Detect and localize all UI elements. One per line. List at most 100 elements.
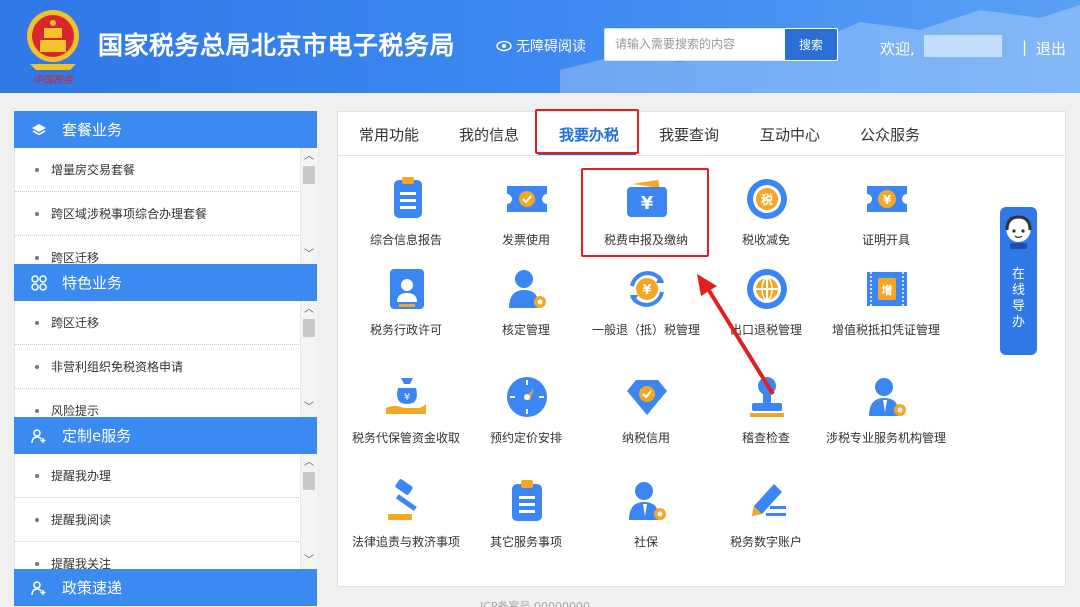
func-assessment[interactable]: 核定管理 — [466, 266, 586, 366]
chevron-down-icon[interactable]: ﹀ — [304, 403, 314, 413]
user-gear-icon — [509, 270, 546, 308]
sidebar-section-custom[interactable]: 定制e服务 — [14, 417, 317, 454]
tax-relief-icon: 税 — [747, 179, 787, 219]
scrollbar[interactable]: ︿ ﹀ — [300, 301, 317, 417]
func-label: 税务行政许可 — [369, 323, 442, 337]
scroll-thumb[interactable] — [303, 472, 315, 490]
sidebar-item[interactable]: 跨区迁移 — [15, 301, 301, 345]
sidebar-section-title: 政策速递 — [62, 579, 123, 597]
sidebar-item[interactable]: 提醒我关注 — [15, 542, 301, 570]
sidebar-item[interactable]: 非营利组织免税资格申请 — [15, 345, 301, 389]
header-separator: | — [1022, 38, 1028, 56]
func-vat-credit[interactable]: 增 增值税抵扣凭证管理 — [826, 266, 946, 366]
tab-query[interactable]: 我要查询 — [659, 124, 719, 145]
chevron-up-icon[interactable]: ︿ — [304, 152, 314, 162]
tax-emblem-logo: 中国税务 — [27, 10, 79, 86]
chevron-up-icon[interactable]: ︿ — [304, 458, 314, 468]
tab-interaction[interactable]: 互动中心 — [760, 124, 820, 145]
sidebar-list-package: 增量房交易套餐 跨区域涉税事项综合办理套餐 跨区迁移 ︿ ﹀ — [14, 148, 317, 264]
red-arrow-annotation — [697, 274, 775, 396]
welcome-text: 欢迎, — [880, 40, 915, 58]
grid-icon — [30, 274, 48, 292]
func-label: 社保 — [633, 535, 658, 549]
sidebar-item[interactable]: 提醒我阅读 — [15, 498, 301, 542]
func-social-security[interactable]: 社保 — [586, 478, 706, 578]
user-plus-icon — [30, 579, 48, 597]
func-agency-management[interactable]: 涉税专业服务机构管理 — [826, 374, 946, 474]
func-custody-funds[interactable]: ¥ 税务代保管资金收取 — [346, 374, 466, 474]
sidebar-item[interactable]: 风险提示 — [15, 389, 301, 417]
sidebar-section-title: 特色业务 — [62, 274, 123, 292]
scroll-thumb[interactable] — [303, 319, 315, 337]
func-label: 核定管理 — [501, 323, 550, 337]
sidebar-item[interactable]: 提醒我办理 — [15, 454, 301, 498]
sidebar-section-title: 套餐业务 — [62, 121, 123, 139]
svg-text:¥: ¥ — [404, 392, 410, 403]
chevron-down-icon[interactable]: ﹀ — [304, 250, 314, 260]
func-label: 税务数字账户 — [729, 535, 802, 549]
footer-text: ICP备案号 00000000 — [480, 600, 591, 607]
func-tax-relief[interactable]: 税 税收减免 — [706, 176, 826, 276]
search-button[interactable]: 搜索 — [784, 28, 838, 61]
func-admin-permit[interactable]: 税务行政许可 — [346, 266, 466, 366]
sidebar-item[interactable]: 增量房交易套餐 — [15, 148, 301, 192]
search-input[interactable]: 请输入需要搜索的内容 — [604, 28, 784, 61]
func-label: 预约定价安排 — [489, 431, 562, 445]
pen-lines-icon — [752, 484, 786, 516]
site-title: 国家税务总局北京市电子税务局 — [98, 31, 456, 60]
sidebar-section-policy[interactable]: 政策速递 — [14, 569, 317, 606]
user-plus-icon — [30, 427, 48, 445]
func-other-services[interactable]: 其它服务事项 — [466, 478, 586, 578]
accessibility-label: 无障碍阅读 — [516, 39, 586, 55]
tab-highlight-box — [535, 109, 639, 154]
money-bag-hand-icon: ¥ — [386, 378, 426, 414]
emblem-caption: 中国税务 — [33, 74, 74, 86]
sidebar: 套餐业务 增量房交易套餐 跨区域涉税事项综合办理套餐 跨区迁移 ︿ ﹀ 特色业务 … — [14, 111, 318, 607]
func-general-refund[interactable]: ¥ 一般退（抵）税管理 — [586, 266, 706, 366]
func-label: 发票使用 — [501, 233, 550, 247]
sidebar-section-featured[interactable]: 特色业务 — [14, 264, 317, 301]
chevron-up-icon[interactable]: ︿ — [304, 305, 314, 315]
func-pricing-arrangement[interactable]: 预约定价安排 — [466, 374, 586, 474]
sidebar-item[interactable]: 跨区域涉税事项综合办理套餐 — [15, 192, 301, 236]
scrollbar[interactable]: ︿ ﹀ — [300, 454, 317, 570]
svg-text:¥: ¥ — [883, 193, 892, 207]
yuan-refresh-icon: ¥ — [630, 271, 664, 307]
gavel-icon — [388, 479, 417, 520]
sidebar-item[interactable]: 跨区迁移 — [15, 236, 301, 264]
accessibility-link[interactable]: 无障碍阅读 — [496, 36, 586, 56]
func-tax-credit[interactable]: 纳税信用 — [586, 374, 706, 474]
customer-service-avatar-icon — [1005, 215, 1032, 249]
tab-common[interactable]: 常用功能 — [359, 124, 419, 145]
scrollbar[interactable]: ︿ ﹀ — [300, 148, 317, 264]
chevron-down-icon[interactable]: ﹀ — [304, 556, 314, 566]
func-certificate[interactable]: ¥ 证明开具 — [826, 176, 946, 276]
clipboard-icon — [512, 480, 542, 521]
tab-my-info[interactable]: 我的信息 — [459, 124, 519, 145]
sidebar-list-custom: 提醒我办理 提醒我阅读 提醒我关注 ︿ ﹀ — [14, 454, 317, 570]
id-card-icon — [390, 269, 424, 309]
func-label: 证明开具 — [861, 233, 910, 247]
online-guide-label: 在线导办 — [1000, 267, 1037, 331]
diamond-check-icon — [627, 380, 667, 415]
tab-public-service[interactable]: 公众服务 — [860, 124, 920, 145]
logout-link[interactable]: 退出 — [1036, 38, 1066, 59]
username-redacted — [924, 35, 1002, 57]
layers-icon — [30, 121, 48, 139]
func-label: 税收减免 — [741, 233, 790, 247]
online-guide-button[interactable]: 在线导办 — [1000, 207, 1037, 355]
func-label: 涉税专业服务机构管理 — [826, 431, 947, 445]
function-highlight-box — [581, 168, 709, 257]
svg-text:增: 增 — [882, 283, 893, 297]
func-invoice[interactable]: 发票使用 — [466, 176, 586, 276]
func-label: 一般退（抵）税管理 — [591, 323, 700, 337]
header-bar: 中国税务 国家税务总局北京市电子税务局 无障碍阅读 请输入需要搜索的内容 搜索 … — [0, 0, 1080, 93]
sidebar-section-package[interactable]: 套餐业务 — [14, 111, 317, 148]
svg-text:¥: ¥ — [642, 283, 651, 298]
func-info-report[interactable]: 综合信息报告 — [346, 176, 466, 276]
func-digital-account[interactable]: 税务数字账户 — [706, 478, 826, 578]
agent-gear-icon — [869, 378, 906, 416]
func-legal-remedy[interactable]: 法律追责与救济事项 — [346, 478, 466, 578]
scroll-thumb[interactable] — [303, 166, 315, 184]
tab-bar: 常用功能 我的信息 我要办税 我要查询 互动中心 公众服务 — [338, 109, 1065, 156]
